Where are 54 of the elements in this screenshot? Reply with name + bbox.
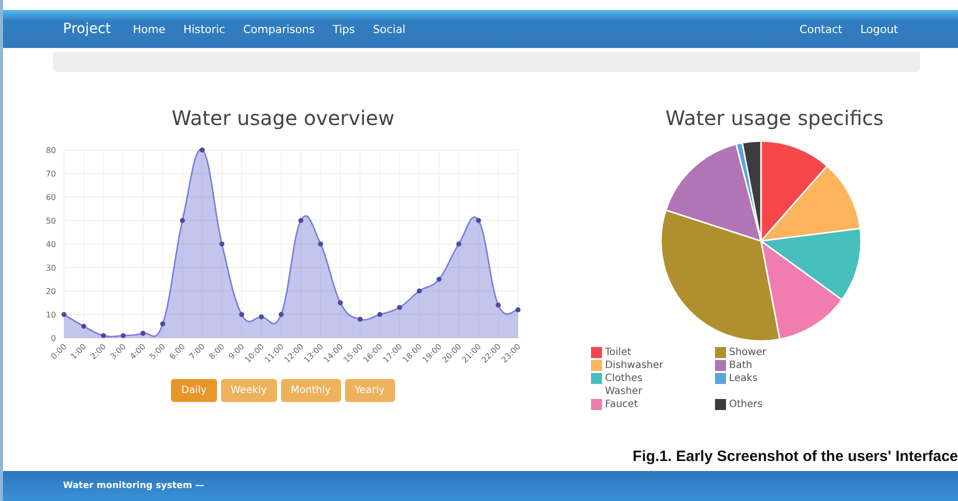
data-point [298, 218, 304, 223]
legend-label: Shower [729, 346, 768, 359]
data-point [476, 218, 482, 223]
data-point [81, 324, 86, 329]
data-point [62, 312, 66, 317]
y-tick-label: 20 [46, 287, 56, 296]
y-tick-label: 30 [46, 264, 56, 272]
data-point [377, 312, 382, 317]
data-point [456, 242, 462, 246]
data-point [436, 276, 442, 282]
nav-link[interactable]: Comparisons [243, 22, 315, 36]
period-button[interactable]: Daily [171, 379, 217, 402]
y-tick-label: 10 [46, 310, 56, 320]
brand-link[interactable]: Project [63, 21, 111, 37]
y-tick-label: 80 [46, 146, 56, 155]
y-tick-label: 60 [46, 193, 56, 202]
data-point [120, 333, 126, 338]
data-point [219, 242, 224, 246]
legend-label: Others [729, 398, 764, 411]
data-point [140, 330, 146, 336]
legend-label: Faucet [605, 398, 639, 411]
data-point [397, 304, 402, 310]
legend-label: Bath [729, 359, 754, 372]
chart-title: Water usage specifics [665, 106, 884, 130]
nav-link[interactable]: Historic [183, 22, 226, 36]
nav-link[interactable]: Tips [332, 22, 355, 36]
y-tick-label: 50 [46, 216, 56, 226]
footer-text: Water monitoring system — [63, 481, 204, 491]
data-point [416, 288, 422, 294]
data-point [318, 242, 324, 246]
legend-label: Dishwasher [605, 359, 664, 372]
figure-caption: Fig.1. Early Screenshot of the users' Interface [632, 448, 958, 465]
data-point [200, 148, 205, 152]
data-point [258, 314, 264, 320]
data-point [338, 300, 343, 306]
y-tick-label: 40 [46, 240, 56, 249]
legend-label: Clothes Washer [605, 372, 644, 398]
nav-link[interactable]: Home [132, 22, 166, 36]
chart-title: Water usage overview [172, 106, 394, 130]
y-tick-label: 70 [46, 170, 56, 178]
nav-link[interactable]: Social [372, 22, 406, 36]
data-point [160, 321, 166, 326]
data-point [180, 218, 185, 223]
data-point [496, 302, 501, 308]
legend-label: Leaks [729, 372, 759, 385]
data-point [100, 333, 106, 338]
data-point [516, 307, 520, 312]
nav-link[interactable]: Contact [800, 22, 842, 36]
data-point [239, 312, 244, 317]
nav-link[interactable]: Logout [860, 22, 898, 36]
data-point [278, 312, 284, 317]
legend-label: Toilet [605, 346, 632, 359]
y-tick-label: 0 [50, 334, 56, 343]
data-point [358, 316, 363, 322]
